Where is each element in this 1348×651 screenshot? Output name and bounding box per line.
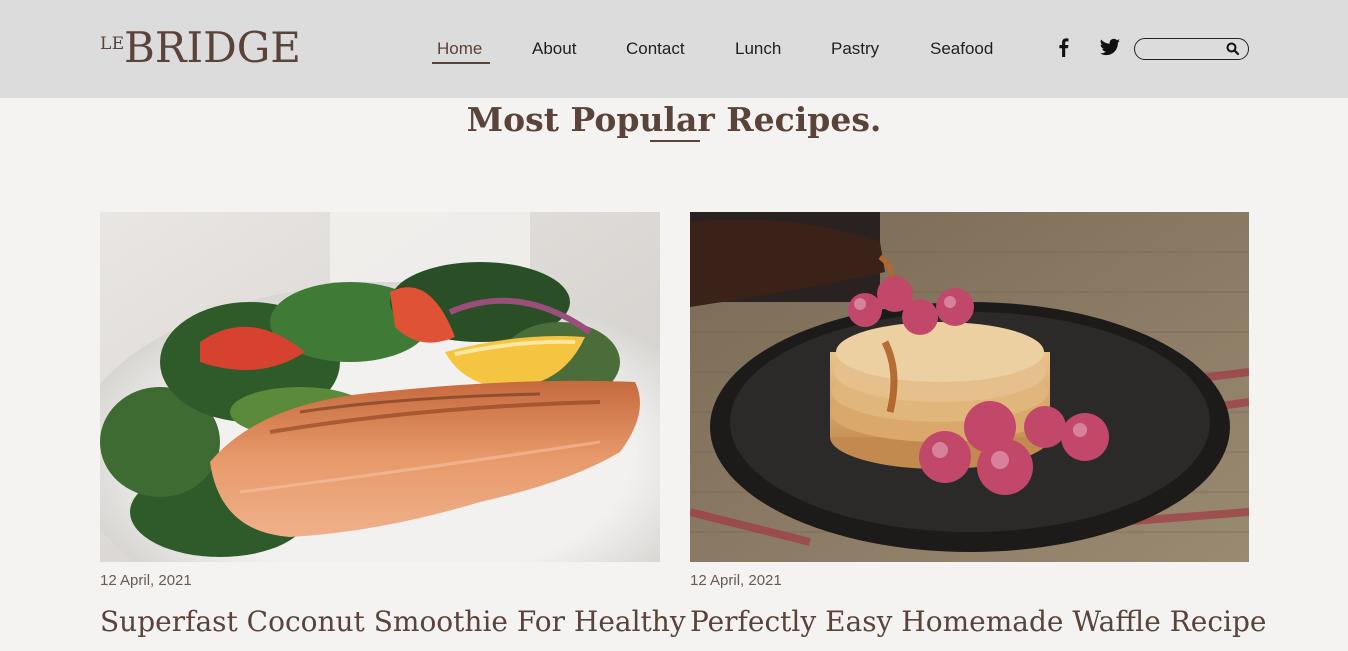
logo-prefix: LE	[100, 34, 125, 54]
card-date: 12 April, 2021	[690, 572, 782, 589]
recipe-image-pancakes[interactable]	[690, 212, 1249, 562]
logo-text: BRIDGE	[124, 23, 301, 72]
search-bar	[1134, 38, 1249, 60]
nav-lunch[interactable]: Lunch	[735, 38, 781, 60]
facebook-icon[interactable]	[1054, 36, 1074, 58]
title-underline	[650, 140, 700, 142]
twitter-icon[interactable]	[1099, 36, 1121, 58]
search-input[interactable]	[1143, 41, 1227, 59]
active-nav-indicator	[432, 62, 490, 64]
card-title[interactable]: Superfast Coconut Smoothie For Healthy	[100, 604, 686, 640]
search-icon[interactable]	[1225, 41, 1241, 57]
nav-about[interactable]: About	[532, 38, 576, 60]
site-header: LE BRIDGE Home About Contact Lunch Pastr…	[0, 0, 1348, 98]
nav-contact[interactable]: Contact	[626, 38, 685, 60]
card-title[interactable]: Perfectly Easy Homemade Waffle Recipe	[690, 604, 1266, 640]
nav-home[interactable]: Home	[437, 38, 482, 60]
nav-seafood[interactable]: Seafood	[930, 38, 993, 60]
card-date: 12 April, 2021	[100, 572, 192, 589]
nav-pastry[interactable]: Pastry	[831, 38, 879, 60]
recipe-image-salmon[interactable]	[100, 212, 660, 562]
section-title: Most Popular Recipes.	[466, 100, 882, 139]
